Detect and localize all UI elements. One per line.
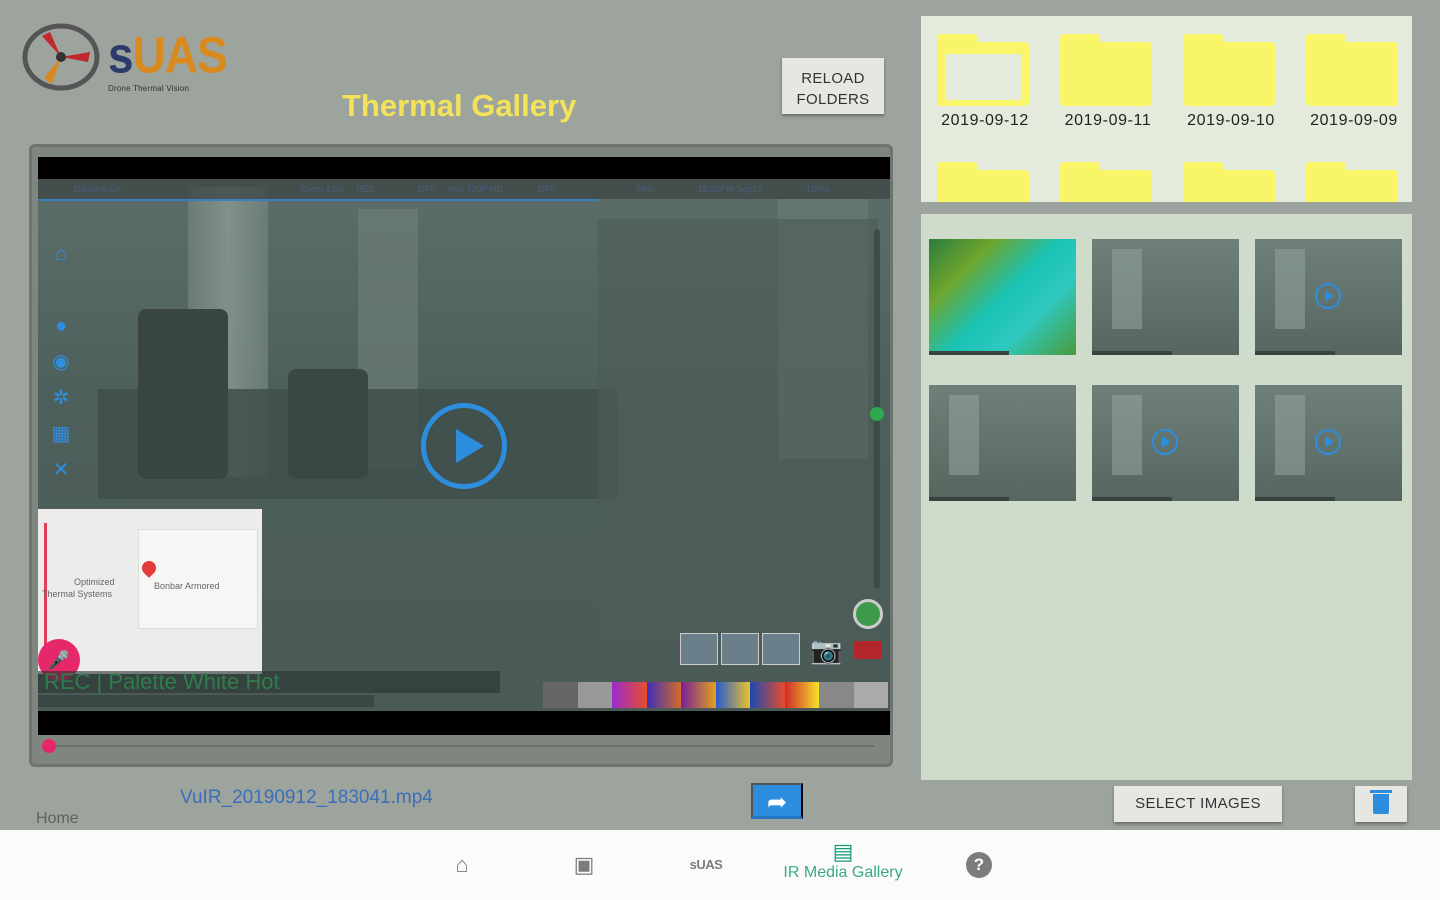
video-thumbnail[interactable] [1092,385,1239,501]
folder-grid: 2019-09-12 2019-09-11 2019-09-10 2019-09-09 [933,34,1412,202]
folder-item[interactable] [933,162,1056,202]
nav-home[interactable]: ⌂ [446,830,478,900]
image-thumbnail[interactable] [929,385,1076,501]
overlay-settings-icon: ✲ [52,387,70,409]
folder-name: 2019-09-11 [1064,112,1152,129]
overlay-grid-icon: ▦ [51,423,71,445]
video-player: Datalink On Zoom 1.0X REC OFF Res 720P H… [29,144,893,767]
image-thumbnail[interactable] [929,239,1076,355]
bottom-navigation: ⌂ ▣ sUAS ▤ IR Media Gallery ? [0,830,1440,900]
overlay-location-icon: ◉ [52,351,70,373]
folder-icon [1306,34,1398,106]
play-icon [1315,429,1341,455]
overlay-record-icon [854,641,882,659]
reload-folders-button[interactable]: RELOAD FOLDERS [782,58,884,114]
trash-icon [1370,790,1392,814]
folder-icon [1183,162,1275,202]
overlay-close-icon: ✕ [52,459,70,481]
overlay-camera-icon: 📷 [810,635,843,665]
nav-camera[interactable]: ▣ [568,830,600,900]
nav-label: IR Media Gallery [783,864,903,881]
suas-icon: sUAS [689,857,723,872]
folder-name: 2019-09-12 [941,112,1029,129]
home-icon: ⌂ [455,852,469,877]
overlay-help-icon: ● [54,315,68,337]
folder-item[interactable]: 2019-09-09 [1302,34,1412,144]
timeline-scrubber[interactable] [42,739,56,753]
folder-item[interactable] [1302,162,1412,202]
page-title: Thermal Gallery [342,88,577,123]
select-images-button[interactable]: SELECT IMAGES [1114,786,1282,822]
play-icon [1315,283,1341,309]
share-icon: ➦ [766,789,788,816]
video-thumbnail[interactable] [1255,239,1402,355]
share-button[interactable]: ➦ [751,783,803,819]
nav-ir-media-gallery[interactable]: ▤ IR Media Gallery [770,830,916,900]
palette-status: REC | Palette White Hot [38,671,500,693]
folder-icon [1183,34,1275,106]
folder-panel: 2019-09-12 2019-09-11 2019-09-10 2019-09-09 [921,16,1412,202]
folder-item[interactable]: 2019-09-12 [933,34,1056,144]
app-logo: sUAS Drone Thermal Vision [22,22,228,96]
nav-help[interactable]: ? [964,830,994,900]
image-panel [921,214,1412,780]
shutter-icon [853,599,883,629]
drone-logo-icon [22,23,100,91]
palette-strip [543,682,888,708]
folder-item[interactable] [1056,162,1179,202]
delete-button[interactable] [1355,786,1407,822]
video-surface[interactable]: Datalink On Zoom 1.0X REC OFF Res 720P H… [38,157,890,735]
help-icon: ? [966,852,992,878]
home-label: Home [36,810,79,827]
folder-icon [1060,162,1152,202]
image-thumbnail[interactable] [1092,239,1239,355]
nav-suas[interactable]: sUAS [684,830,728,900]
video-status-bar: Datalink On Zoom 1.0X REC OFF Res 720P H… [38,179,890,199]
zoom-slider-knob [870,407,884,421]
video-file-name[interactable]: VuIR_20190912_183041.mp4 [180,787,433,809]
folder-icon [1060,34,1152,106]
folder-icon [1306,162,1398,202]
folder-item[interactable]: 2019-09-10 [1179,34,1302,144]
folder-name: 2019-09-09 [1310,112,1398,129]
camera-icon: ▣ [573,852,595,877]
logo-subtitle: Drone Thermal Vision [108,84,190,93]
image-grid [929,239,1402,501]
folder-item[interactable] [1179,162,1302,202]
logo-wordmark: sUAS [108,26,228,84]
folder-name: 2019-09-10 [1187,112,1275,129]
video-timeline[interactable] [46,745,874,747]
play-icon[interactable] [421,403,507,489]
folder-icon [937,162,1029,202]
folder-item[interactable]: 2019-09-11 [1056,34,1179,144]
overlay-thumbnails [680,633,800,665]
thermal-video-frame: Datalink On Zoom 1.0X REC OFF Res 720P H… [38,179,890,711]
play-icon [1152,429,1178,455]
video-thumbnail[interactable] [1255,385,1402,501]
overlay-home-icon: ⌂ [54,243,68,265]
folder-icon [937,34,1029,106]
